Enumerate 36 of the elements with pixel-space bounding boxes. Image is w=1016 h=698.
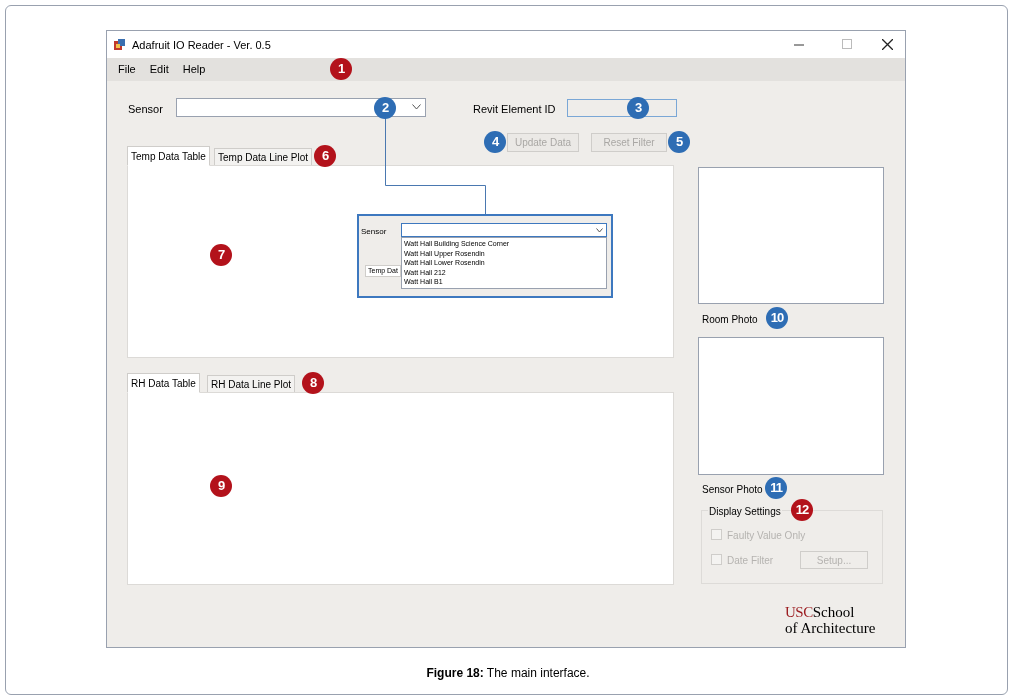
callout-marker: 2 xyxy=(374,97,396,119)
menu-item[interactable]: Edit xyxy=(149,61,169,78)
tab[interactable]: RH Data Table xyxy=(127,373,200,393)
figure-caption: Figure 18: The main interface. xyxy=(425,665,591,682)
tab[interactable]: Temp Data Table xyxy=(127,146,210,166)
sensor-dropdown[interactable] xyxy=(176,98,426,117)
checkbox-label: Date Filter xyxy=(727,554,774,568)
callout-marker: 10 xyxy=(766,307,788,329)
callout-marker: 6 xyxy=(314,145,336,167)
logo-text: of Architecture xyxy=(785,620,876,636)
callout-marker: 4 xyxy=(484,131,506,153)
close-icon xyxy=(882,39,893,50)
callout-marker: 8 xyxy=(302,372,324,394)
logo-text: School xyxy=(812,604,855,620)
sensor-dropdown[interactable] xyxy=(401,223,607,237)
field-label: Sensor Photo xyxy=(702,483,763,497)
menu-item[interactable]: Help xyxy=(182,61,206,78)
callout-marker: 5 xyxy=(668,131,690,153)
window-title: Adafruit IO Reader - Ver. 0.5 xyxy=(132,38,271,53)
checkbox-label: Faulty Value Only xyxy=(727,529,806,543)
callout-marker: 12 xyxy=(791,499,813,521)
tab[interactable]: Temp Data Line Plot xyxy=(214,148,313,166)
callout-marker: 3 xyxy=(627,97,649,119)
app-icon xyxy=(113,38,126,51)
field-label: Revit Element ID xyxy=(473,102,556,117)
chevron-down-icon xyxy=(596,228,603,233)
callout-marker: 11 xyxy=(765,477,787,499)
maximize-icon xyxy=(842,39,852,49)
tab[interactable]: RH Data Line Plot xyxy=(207,375,296,393)
field-label: Sensor xyxy=(361,226,387,238)
group-title: Display Settings xyxy=(708,504,782,519)
chevron-down-icon xyxy=(412,104,421,110)
field-label: Sensor xyxy=(128,102,163,117)
logo-text: USC xyxy=(785,604,813,620)
field-label: Room Photo xyxy=(702,313,758,327)
menu-item[interactable]: File xyxy=(118,61,136,78)
